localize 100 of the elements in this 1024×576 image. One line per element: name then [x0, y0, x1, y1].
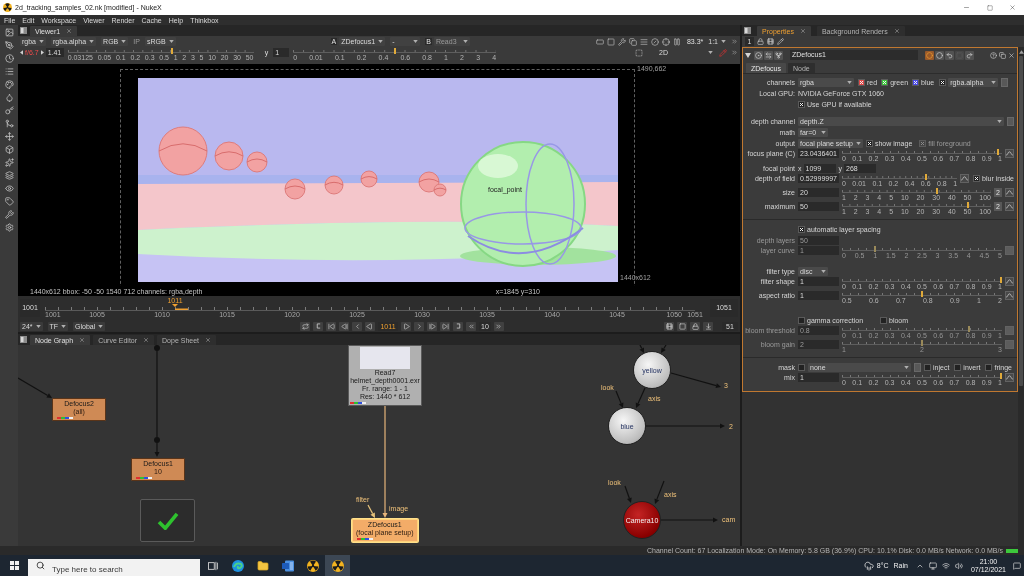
pen-icon[interactable] [4, 41, 14, 50]
pane-menu-icon[interactable] [744, 27, 751, 34]
slider-thumb[interactable] [996, 149, 999, 155]
redo-button[interactable] [965, 50, 974, 60]
node[interactable] [140, 499, 195, 542]
slider-thumb[interactable] [924, 174, 927, 180]
undo-button[interactable] [945, 50, 954, 60]
wrench-icon[interactable] [4, 210, 14, 219]
slider-thumb[interactable] [936, 188, 939, 194]
film-icon[interactable] [767, 38, 774, 45]
step-back-button[interactable] [466, 321, 476, 331]
close-icon[interactable] [143, 337, 150, 343]
stop-button[interactable] [677, 321, 687, 331]
eye-icon[interactable] [4, 184, 14, 193]
close-icon[interactable] [893, 28, 900, 34]
crosshair-icon[interactable] [661, 37, 670, 46]
font-color-button[interactable] [935, 50, 944, 60]
square-button[interactable] [1001, 78, 1009, 87]
circle-slash-icon[interactable] [650, 37, 659, 46]
copy-icon[interactable] [628, 37, 637, 46]
close-icon[interactable] [799, 28, 806, 34]
lock-icon[interactable] [757, 38, 764, 45]
dot-node[interactable] [154, 437, 160, 443]
scroll-up-icon[interactable] [1018, 50, 1024, 54]
in-point-button[interactable] [313, 321, 323, 331]
rectangle-icon[interactable] [595, 37, 604, 46]
flipbook-button[interactable] [664, 321, 674, 331]
animation-button[interactable] [1005, 202, 1014, 211]
image-icon[interactable] [4, 28, 14, 37]
step-forward-button[interactable] [493, 321, 504, 331]
clock-icon[interactable] [4, 54, 14, 63]
close-icon[interactable] [66, 28, 73, 34]
pane-menu-icon[interactable] [20, 336, 27, 343]
speech-bubble-icon[interactable] [1013, 561, 1021, 570]
animation-button[interactable] [1005, 188, 1014, 197]
pane-menu-icon[interactable] [20, 27, 27, 34]
checkbox[interactable] [881, 79, 889, 86]
close-icon[interactable] [205, 337, 212, 343]
animation-button[interactable] [1005, 291, 1014, 300]
checkbox[interactable] [798, 364, 805, 371]
triangle-right-icon[interactable] [40, 50, 44, 55]
app-button[interactable] [325, 555, 350, 576]
slider-thumb[interactable] [170, 48, 173, 54]
cube-icon[interactable] [4, 145, 14, 154]
slider-thumb[interactable] [393, 48, 396, 54]
close-icon[interactable] [79, 337, 86, 343]
wifi-icon[interactable] [941, 561, 950, 570]
dot-node[interactable] [154, 345, 160, 351]
checkbox[interactable] [880, 317, 888, 324]
loop-button[interactable] [300, 321, 310, 331]
pause-icon[interactable] [672, 37, 681, 46]
droplet-icon[interactable] [4, 93, 14, 102]
next-frame-button[interactable] [414, 321, 424, 331]
double-chevron-icon[interactable] [731, 49, 738, 56]
scrollbar[interactable] [1018, 47, 1024, 546]
merge-icon[interactable] [4, 119, 14, 128]
next-keyframe-button[interactable] [427, 321, 437, 331]
triangle-down-icon[interactable] [745, 52, 751, 58]
search-field[interactable]: Type here to search [28, 559, 200, 576]
playhead[interactable] [172, 304, 188, 310]
checkbox[interactable] [798, 101, 805, 108]
close-icon[interactable] [1008, 51, 1015, 59]
copy-icon[interactable] [999, 51, 1006, 59]
key-icon[interactable] [4, 106, 14, 115]
checkbox[interactable] [798, 317, 805, 324]
skip-to-start-button[interactable] [326, 321, 336, 331]
previous-keyframe-button[interactable] [339, 321, 349, 331]
help-icon[interactable] [990, 51, 997, 59]
checkbox[interactable] [985, 364, 993, 371]
download-button[interactable] [703, 321, 713, 331]
node-color-button[interactable] [925, 50, 934, 60]
out-point-button[interactable] [453, 321, 463, 331]
layers-icon[interactable] [4, 171, 14, 180]
lock-button[interactable] [690, 321, 700, 331]
checkbox[interactable] [865, 140, 873, 147]
settings-icon[interactable] [4, 223, 14, 232]
speaker-icon[interactable] [954, 561, 963, 570]
lines-icon[interactable] [639, 37, 648, 46]
monitor-icon[interactable] [928, 561, 937, 570]
animation-button[interactable] [1005, 149, 1014, 158]
animation-button[interactable] [1005, 277, 1014, 286]
checkbox[interactable] [798, 226, 805, 233]
checkbox[interactable] [954, 364, 962, 371]
checkbox[interactable] [858, 79, 865, 86]
palette-icon[interactable] [4, 80, 14, 89]
play-button[interactable] [401, 321, 411, 331]
connector-arrow[interactable] [382, 405, 388, 518]
fork-button[interactable] [774, 50, 783, 60]
checkbox[interactable] [939, 79, 947, 86]
animation-button[interactable] [1005, 373, 1014, 382]
slider-thumb[interactable] [966, 202, 969, 208]
square-icon[interactable] [606, 37, 615, 46]
tag-icon[interactable] [4, 197, 14, 206]
checkbox[interactable] [924, 364, 931, 371]
dashed-square-icon[interactable] [635, 48, 643, 57]
double-chevron-icon[interactable] [731, 38, 738, 45]
move-icon[interactable] [4, 132, 14, 141]
arrows-button[interactable] [764, 50, 773, 60]
connector-arrow[interactable] [367, 504, 375, 518]
checkbox[interactable] [912, 79, 920, 86]
